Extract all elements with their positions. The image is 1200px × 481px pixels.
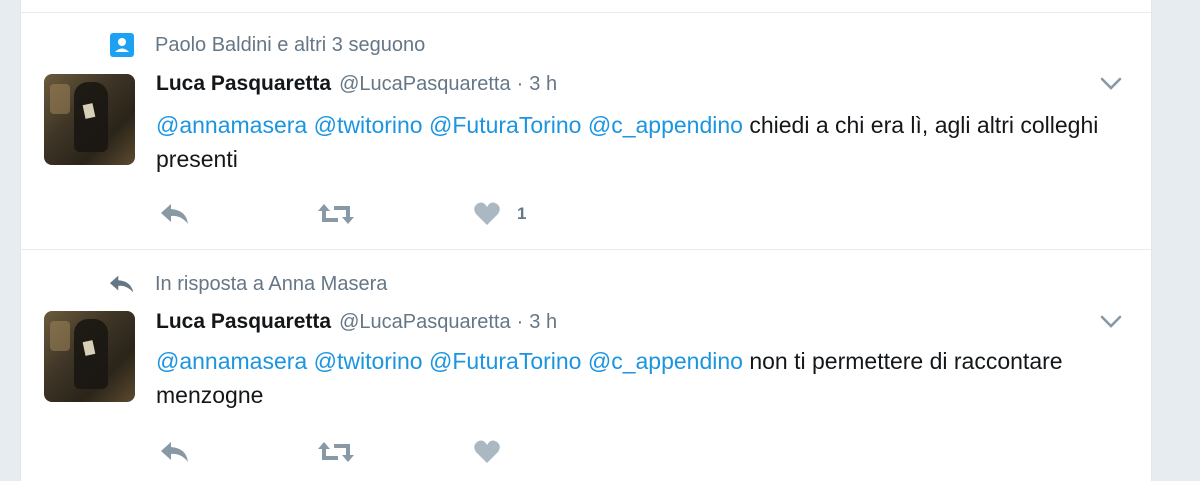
tweet-header: Luca Pasquaretta @LucaPasquaretta · 3 h [156,310,557,334]
reply-icon [109,271,135,297]
mention-link[interactable]: @FuturaTorino [429,348,581,374]
avatar[interactable] [44,311,135,402]
reply-button[interactable] [159,200,316,228]
fullname[interactable]: Luca Pasquaretta [156,310,331,334]
tweet-context[interactable]: Paolo Baldini e altri 3 seguono [109,32,425,58]
tweet-text: @annamasera @twitorino @FuturaTorino @c_… [156,344,1116,412]
reply-icon [159,439,191,465]
tweet-text: @annamasera @twitorino @FuturaTorino @c_… [156,108,1116,176]
mention-link[interactable]: @twitorino [314,348,423,374]
tweet-actions [159,438,630,466]
timestamp[interactable]: 3 h [529,73,557,96]
timeline-stream: Paolo Baldini e altri 3 seguono Luca Pas… [20,0,1152,481]
mention-link[interactable]: @c_appendino [588,348,743,374]
context-text: In risposta a Anna Masera [155,272,388,295]
avatar[interactable] [44,74,135,165]
fullname[interactable]: Luca Pasquaretta [156,72,331,96]
reply-button[interactable] [159,438,316,466]
mention-link[interactable]: @c_appendino [588,112,743,138]
mention-link[interactable]: @annamasera [156,112,307,138]
reply-icon [159,201,191,227]
chevron-down-icon[interactable] [1099,76,1123,92]
mention-link[interactable]: @twitorino [314,112,423,138]
like-button[interactable] [473,438,630,466]
separator: · [516,311,524,333]
retweet-button[interactable] [316,200,473,228]
like-button[interactable]: 1 [473,200,630,228]
timestamp[interactable]: 3 h [529,311,557,334]
person-badge-icon [109,32,135,58]
tweet[interactable]: Paolo Baldini e altri 3 seguono Luca Pas… [21,12,1151,249]
mention-link[interactable]: @annamasera [156,348,307,374]
heart-icon [473,439,501,465]
heart-icon [473,201,501,227]
tweet-header: Luca Pasquaretta @LucaPasquaretta · 3 h [156,72,557,96]
separator: · [516,73,524,95]
context-text: Paolo Baldini e altri 3 seguono [155,33,426,56]
username[interactable]: @LucaPasquaretta [339,311,511,334]
retweet-icon [316,201,356,227]
retweet-button[interactable] [316,438,473,466]
mention-link[interactable]: @FuturaTorino [429,112,581,138]
username[interactable]: @LucaPasquaretta [339,73,511,96]
tweet-actions: 1 [159,200,630,228]
retweet-icon [316,439,356,465]
like-count: 1 [517,204,527,223]
tweet-context[interactable]: In risposta a Anna Masera [109,271,387,297]
tweet[interactable]: In risposta a Anna Masera Luca Pasquaret… [21,250,1151,481]
chevron-down-icon[interactable] [1099,314,1123,330]
